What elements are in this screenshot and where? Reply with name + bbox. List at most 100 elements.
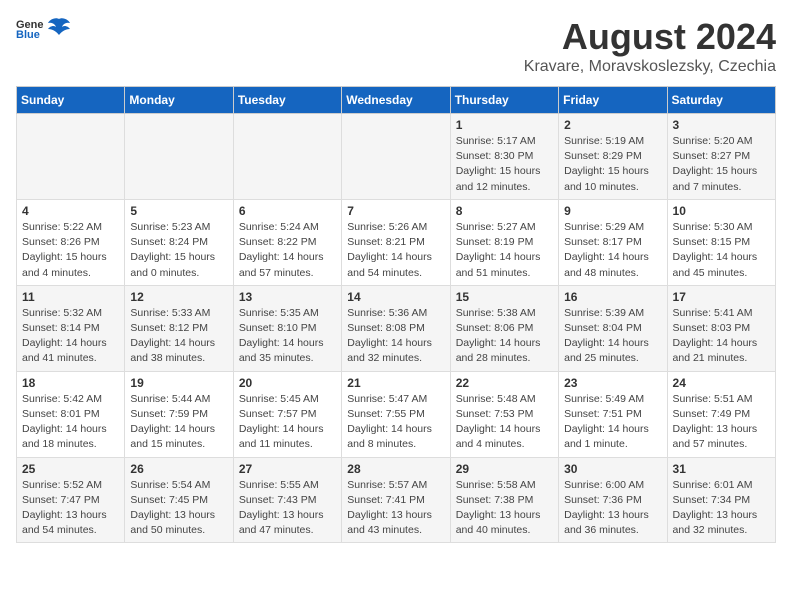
day-info: Sunrise: 5:55 AM Sunset: 7:43 PM Dayligh… [239, 478, 336, 539]
day-number: 10 [673, 204, 770, 218]
day-info: Sunrise: 5:33 AM Sunset: 8:12 PM Dayligh… [130, 306, 227, 367]
day-number: 11 [22, 290, 119, 304]
calendar-cell: 10 Sunrise: 5:30 AM Sunset: 8:15 PM Dayli… [667, 199, 775, 285]
calendar-cell: 17 Sunrise: 5:41 AM Sunset: 8:03 PM Dayli… [667, 285, 775, 371]
day-info: Sunrise: 5:49 AM Sunset: 7:51 PM Dayligh… [564, 392, 661, 453]
col-thursday: Thursday [450, 87, 558, 114]
day-number: 7 [347, 204, 444, 218]
calendar-cell: 29Sunrise: 5:58 AM Sunset: 7:38 PM Dayli… [450, 457, 558, 543]
calendar-cell: 2 Sunrise: 5:19 AM Sunset: 8:29 PM Daylig… [559, 114, 667, 200]
day-number: 14 [347, 290, 444, 304]
calendar-cell: 20 Sunrise: 5:45 AM Sunset: 7:57 PM Dayli… [233, 371, 341, 457]
calendar-cell: 11Sunrise: 5:32 AM Sunset: 8:14 PM Dayli… [17, 285, 125, 371]
day-info: Sunrise: 5:51 AM Sunset: 7:49 PM Dayligh… [673, 392, 770, 453]
day-number: 26 [130, 462, 227, 476]
calendar-cell [342, 114, 450, 200]
day-info: Sunrise: 5:45 AM Sunset: 7:57 PM Dayligh… [239, 392, 336, 453]
day-info: Sunrise: 5:52 AM Sunset: 7:47 PM Dayligh… [22, 478, 119, 539]
day-number: 4 [22, 204, 119, 218]
day-info: Sunrise: 5:20 AM Sunset: 8:27 PM Dayligh… [673, 134, 770, 195]
day-number: 2 [564, 118, 661, 132]
day-info: Sunrise: 5:23 AM Sunset: 8:24 PM Dayligh… [130, 220, 227, 281]
day-info: Sunrise: 5:38 AM Sunset: 8:06 PM Dayligh… [456, 306, 553, 367]
day-number: 18 [22, 376, 119, 390]
calendar-cell: 15 Sunrise: 5:38 AM Sunset: 8:06 PM Dayli… [450, 285, 558, 371]
day-info: Sunrise: 5:36 AM Sunset: 8:08 PM Dayligh… [347, 306, 444, 367]
calendar-cell: 27Sunrise: 5:55 AM Sunset: 7:43 PM Dayli… [233, 457, 341, 543]
calendar-week-2: 4 Sunrise: 5:22 AM Sunset: 8:26 PM Daylig… [17, 199, 776, 285]
calendar-cell: 16Sunrise: 5:39 AM Sunset: 8:04 PM Dayli… [559, 285, 667, 371]
calendar-cell [17, 114, 125, 200]
day-info: Sunrise: 5:19 AM Sunset: 8:29 PM Dayligh… [564, 134, 661, 195]
day-info: Sunrise: 5:17 AM Sunset: 8:30 PM Dayligh… [456, 134, 553, 195]
header-row: Sunday Monday Tuesday Wednesday Thursday… [17, 87, 776, 114]
calendar-cell: 4 Sunrise: 5:22 AM Sunset: 8:26 PM Daylig… [17, 199, 125, 285]
calendar-week-1: 1Sunrise: 5:17 AM Sunset: 8:30 PM Daylig… [17, 114, 776, 200]
calendar-cell: 6Sunrise: 5:24 AM Sunset: 8:22 PM Daylig… [233, 199, 341, 285]
day-number: 29 [456, 462, 553, 476]
day-number: 28 [347, 462, 444, 476]
calendar-cell: 31 Sunrise: 6:01 AM Sunset: 7:34 PM Dayli… [667, 457, 775, 543]
calendar-table: Sunday Monday Tuesday Wednesday Thursday… [16, 86, 776, 543]
calendar-cell: 19 Sunrise: 5:44 AM Sunset: 7:59 PM Dayli… [125, 371, 233, 457]
day-info: Sunrise: 5:22 AM Sunset: 8:26 PM Dayligh… [22, 220, 119, 281]
header: General Blue August 2024 Kravare, Moravs… [16, 16, 776, 76]
calendar-week-3: 11Sunrise: 5:32 AM Sunset: 8:14 PM Dayli… [17, 285, 776, 371]
day-info: Sunrise: 5:42 AM Sunset: 8:01 PM Dayligh… [22, 392, 119, 453]
day-info: Sunrise: 5:39 AM Sunset: 8:04 PM Dayligh… [564, 306, 661, 367]
day-number: 20 [239, 376, 336, 390]
calendar-week-4: 18 Sunrise: 5:42 AM Sunset: 8:01 PM Dayli… [17, 371, 776, 457]
calendar-cell: 30Sunrise: 6:00 AM Sunset: 7:36 PM Dayli… [559, 457, 667, 543]
day-number: 31 [673, 462, 770, 476]
day-number: 5 [130, 204, 227, 218]
day-number: 24 [673, 376, 770, 390]
day-number: 23 [564, 376, 661, 390]
day-number: 25 [22, 462, 119, 476]
calendar-cell: 24 Sunrise: 5:51 AM Sunset: 7:49 PM Dayli… [667, 371, 775, 457]
calendar-cell: 26 Sunrise: 5:54 AM Sunset: 7:45 PM Dayli… [125, 457, 233, 543]
day-info: Sunrise: 5:57 AM Sunset: 7:41 PM Dayligh… [347, 478, 444, 539]
day-number: 22 [456, 376, 553, 390]
calendar-cell: 25 Sunrise: 5:52 AM Sunset: 7:47 PM Dayli… [17, 457, 125, 543]
svg-text:Blue: Blue [16, 29, 40, 38]
calendar-cell: 3Sunrise: 5:20 AM Sunset: 8:27 PM Daylig… [667, 114, 775, 200]
day-number: 19 [130, 376, 227, 390]
day-number: 15 [456, 290, 553, 304]
col-monday: Monday [125, 87, 233, 114]
col-friday: Friday [559, 87, 667, 114]
calendar-cell: 12Sunrise: 5:33 AM Sunset: 8:12 PM Dayli… [125, 285, 233, 371]
day-number: 13 [239, 290, 336, 304]
day-info: Sunrise: 5:41 AM Sunset: 8:03 PM Dayligh… [673, 306, 770, 367]
page-container: General Blue August 2024 Kravare, Moravs… [16, 16, 776, 543]
day-info: Sunrise: 6:01 AM Sunset: 7:34 PM Dayligh… [673, 478, 770, 539]
calendar-cell [125, 114, 233, 200]
day-info: Sunrise: 5:27 AM Sunset: 8:19 PM Dayligh… [456, 220, 553, 281]
day-info: Sunrise: 5:30 AM Sunset: 8:15 PM Dayligh… [673, 220, 770, 281]
day-number: 8 [456, 204, 553, 218]
calendar-cell: 9 Sunrise: 5:29 AM Sunset: 8:17 PM Daylig… [559, 199, 667, 285]
calendar-cell: 5 Sunrise: 5:23 AM Sunset: 8:24 PM Daylig… [125, 199, 233, 285]
calendar-cell: 18 Sunrise: 5:42 AM Sunset: 8:01 PM Dayli… [17, 371, 125, 457]
logo: General Blue [16, 16, 70, 38]
page-title: August 2024 [524, 16, 776, 58]
logo-bird-icon [48, 17, 70, 37]
day-info: Sunrise: 5:35 AM Sunset: 8:10 PM Dayligh… [239, 306, 336, 367]
col-tuesday: Tuesday [233, 87, 341, 114]
title-section: August 2024 Kravare, Moravskoslezsky, Cz… [524, 16, 776, 76]
logo-icon: General Blue [16, 16, 44, 38]
day-info: Sunrise: 6:00 AM Sunset: 7:36 PM Dayligh… [564, 478, 661, 539]
day-info: Sunrise: 5:54 AM Sunset: 7:45 PM Dayligh… [130, 478, 227, 539]
day-info: Sunrise: 5:29 AM Sunset: 8:17 PM Dayligh… [564, 220, 661, 281]
day-info: Sunrise: 5:44 AM Sunset: 7:59 PM Dayligh… [130, 392, 227, 453]
calendar-cell: 7 Sunrise: 5:26 AM Sunset: 8:21 PM Daylig… [342, 199, 450, 285]
day-number: 6 [239, 204, 336, 218]
day-number: 17 [673, 290, 770, 304]
day-info: Sunrise: 5:47 AM Sunset: 7:55 PM Dayligh… [347, 392, 444, 453]
day-info: Sunrise: 5:26 AM Sunset: 8:21 PM Dayligh… [347, 220, 444, 281]
calendar-week-5: 25 Sunrise: 5:52 AM Sunset: 7:47 PM Dayli… [17, 457, 776, 543]
col-saturday: Saturday [667, 87, 775, 114]
calendar-cell: 14 Sunrise: 5:36 AM Sunset: 8:08 PM Dayli… [342, 285, 450, 371]
day-number: 9 [564, 204, 661, 218]
day-number: 21 [347, 376, 444, 390]
col-wednesday: Wednesday [342, 87, 450, 114]
